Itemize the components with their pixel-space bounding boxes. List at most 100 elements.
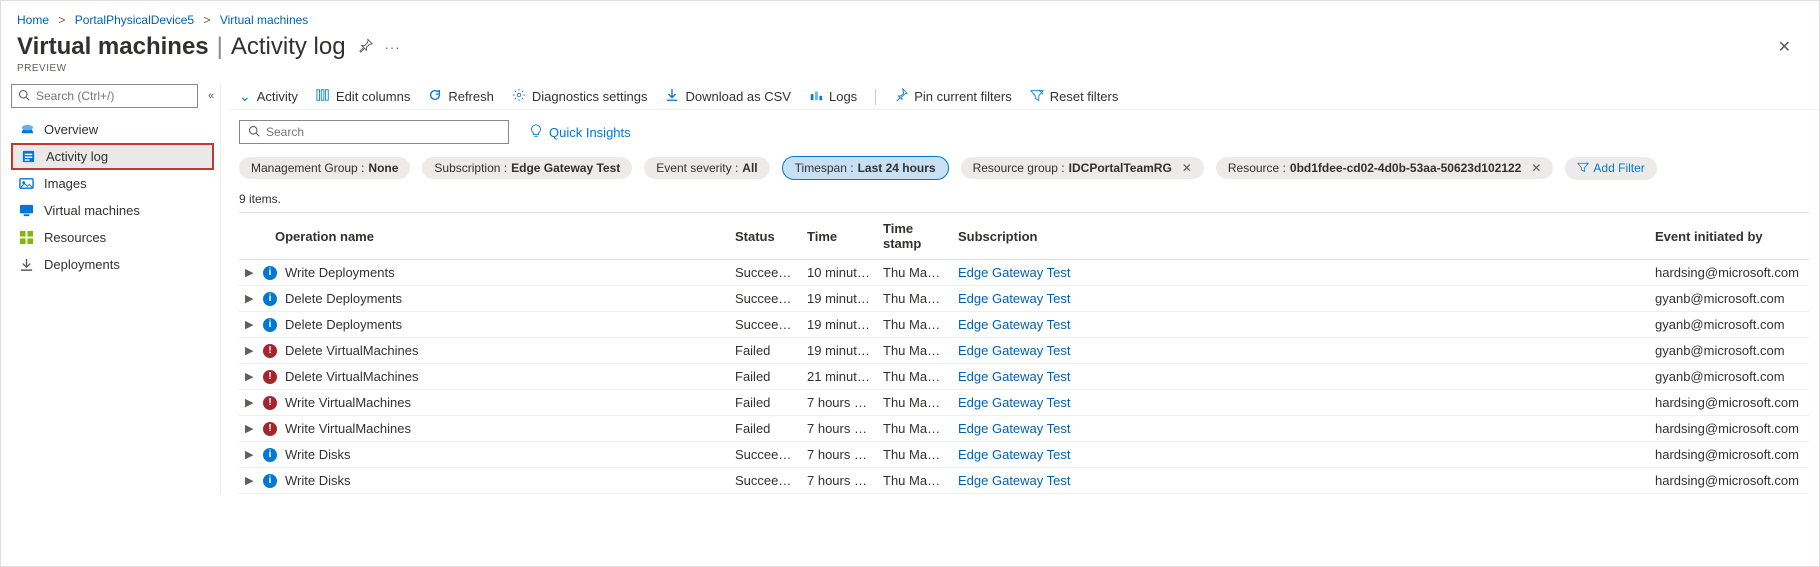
table-row[interactable]: ▶iWrite Disks Succeeded 7 hours ago Thu … (239, 468, 1809, 494)
sidebar-item-label: Deployments (44, 257, 120, 272)
table-row[interactable]: ▶!Delete VirtualMachines Failed 19 minut… (239, 338, 1809, 364)
reset-icon (1030, 88, 1044, 105)
sidebar-item-label: Images (44, 176, 87, 191)
timestamp-cell: Thu May 27... (877, 442, 952, 468)
search-icon (248, 125, 260, 140)
sidebar-search-input[interactable] (36, 89, 191, 103)
download-icon (665, 88, 679, 105)
sidebar-item-overview[interactable]: Overview (11, 116, 214, 143)
breadcrumb-link[interactable]: Home (17, 13, 49, 27)
close-icon[interactable]: ✕ (1531, 161, 1541, 175)
add-filter-button[interactable]: + Add Filter (1565, 157, 1656, 180)
chevron-right-icon[interactable]: ▶ (245, 422, 255, 435)
overview-icon (19, 122, 34, 137)
close-icon[interactable]: ✕ (1778, 37, 1791, 57)
table-row[interactable]: ▶!Delete VirtualMachines Failed 21 minut… (239, 364, 1809, 390)
subscription-link[interactable]: Edge Gateway Test (958, 291, 1071, 306)
filter-pill[interactable]: Timespan : Last 24 hours (782, 156, 949, 180)
filter-pill[interactable]: Subscription : Edge Gateway Test (422, 157, 632, 179)
tb-download-csv[interactable]: Download as CSV (665, 88, 791, 105)
sidebar-item-resources[interactable]: Resources (11, 224, 214, 251)
time-cell: 7 hours ago (801, 442, 877, 468)
table-row[interactable]: ▶!Write VirtualMachines Failed 7 hours a… (239, 416, 1809, 442)
info-icon: i (263, 266, 277, 280)
timestamp-cell: Thu May 27... (877, 338, 952, 364)
page-title: Virtual machines (17, 33, 209, 61)
sidebar-item-activity[interactable]: Activity log (11, 143, 214, 170)
tb-diagnostics[interactable]: Diagnostics settings (512, 88, 648, 105)
column-header[interactable]: Time (801, 213, 877, 260)
tb-edit-columns[interactable]: Edit columns (316, 88, 410, 105)
filter-pill[interactable]: Resource : 0bd1fdee-cd02-4d0b-53aa-50623… (1216, 157, 1554, 179)
status-cell: Failed (729, 338, 801, 364)
table-row[interactable]: ▶iWrite Deployments Succeeded 10 minutes… (239, 260, 1809, 286)
chevron-right-icon[interactable]: ▶ (245, 292, 255, 305)
chevron-right-icon[interactable]: ▶ (245, 474, 255, 487)
breadcrumb-link[interactable]: PortalPhysicalDevice5 (75, 13, 194, 27)
chevron-right-icon[interactable]: ▶ (245, 344, 255, 357)
pin-icon[interactable] (358, 38, 373, 56)
subscription-link[interactable]: Edge Gateway Test (958, 421, 1071, 436)
sidebar-item-label: Resources (44, 230, 106, 245)
table-row[interactable]: ▶iWrite Disks Succeeded 7 hours ago Thu … (239, 442, 1809, 468)
title-divider: | (217, 33, 223, 61)
chevron-right-icon[interactable]: ▶ (245, 396, 255, 409)
tb-pin-filters[interactable]: Pin current filters (894, 88, 1012, 105)
column-header[interactable]: Time stamp (877, 213, 952, 260)
search-box[interactable] (239, 120, 509, 144)
collapse-icon[interactable]: « (208, 90, 214, 102)
column-header[interactable]: Status (729, 213, 801, 260)
time-cell: 10 minutes ... (801, 260, 877, 286)
subscription-link[interactable]: Edge Gateway Test (958, 265, 1071, 280)
sidebar: « OverviewActivity log Images Virtual mach… (1, 84, 220, 494)
tb-reset-filters[interactable]: Reset filters (1030, 88, 1119, 105)
tb-logs[interactable]: Logs (809, 88, 857, 105)
sidebar-item-images[interactable]: Images (11, 170, 214, 197)
table-row[interactable]: ▶iDelete Deployments Succeeded 19 minute… (239, 312, 1809, 338)
operation-name: Write VirtualMachines (285, 421, 411, 436)
column-header[interactable]: Operation name (239, 213, 729, 260)
table-row[interactable]: ▶!Write VirtualMachines Failed 7 hours a… (239, 390, 1809, 416)
sidebar-item-deploy[interactable]: Deployments (11, 251, 214, 278)
resources-icon (19, 230, 34, 245)
close-icon[interactable]: ✕ (1182, 161, 1192, 175)
subscription-link[interactable]: Edge Gateway Test (958, 395, 1071, 410)
breadcrumb-link[interactable]: Virtual machines (220, 13, 309, 27)
activity-table: Operation nameStatusTimeTime stampSubscr… (239, 212, 1809, 494)
initiated-by-cell: gyanb@microsoft.com (1649, 286, 1809, 312)
column-header[interactable]: Subscription (952, 213, 1649, 260)
subscription-link[interactable]: Edge Gateway Test (958, 473, 1071, 488)
filter-pill[interactable]: Management Group : None (239, 157, 410, 179)
quick-insights[interactable]: Quick Insights (529, 124, 631, 141)
initiated-by-cell: hardsing@microsoft.com (1649, 416, 1809, 442)
chevron-right-icon[interactable]: ▶ (245, 448, 255, 461)
timestamp-cell: Thu May 27... (877, 416, 952, 442)
search-icon (18, 89, 30, 104)
filter-pill[interactable]: Event severity : All (644, 157, 769, 179)
sidebar-item-vm[interactable]: Virtual machines (11, 197, 214, 224)
subscription-link[interactable]: Edge Gateway Test (958, 369, 1071, 384)
more-icon[interactable]: ··· (385, 40, 401, 55)
search-input[interactable] (266, 125, 500, 139)
timestamp-cell: Thu May 27... (877, 468, 952, 494)
sidebar-search[interactable] (11, 84, 198, 108)
operation-name: Delete Deployments (285, 317, 402, 332)
tb-activity[interactable]: ⌄Activity (239, 88, 298, 105)
timestamp-cell: Thu May 27... (877, 390, 952, 416)
column-header[interactable]: Event initiated by (1649, 213, 1809, 260)
subscription-link[interactable]: Edge Gateway Test (958, 317, 1071, 332)
initiated-by-cell: hardsing@microsoft.com (1649, 260, 1809, 286)
filter-pill[interactable]: Resource group : IDCPortalTeamRG✕ (961, 157, 1204, 179)
status-cell: Succeeded (729, 468, 801, 494)
preview-badge: PREVIEW (1, 63, 1819, 84)
title-row: Virtual machines | Activity log ··· ✕ (1, 33, 1819, 63)
subscription-link[interactable]: Edge Gateway Test (958, 343, 1071, 358)
subscription-link[interactable]: Edge Gateway Test (958, 447, 1071, 462)
timestamp-cell: Thu May 27... (877, 260, 952, 286)
tb-refresh[interactable]: Refresh (428, 88, 494, 105)
chevron-right-icon[interactable]: ▶ (245, 318, 255, 331)
table-row[interactable]: ▶iDelete Deployments Succeeded 19 minute… (239, 286, 1809, 312)
chevron-right-icon[interactable]: ▶ (245, 370, 255, 383)
chevron-right-icon[interactable]: ▶ (245, 266, 255, 279)
initiated-by-cell: hardsing@microsoft.com (1649, 390, 1809, 416)
